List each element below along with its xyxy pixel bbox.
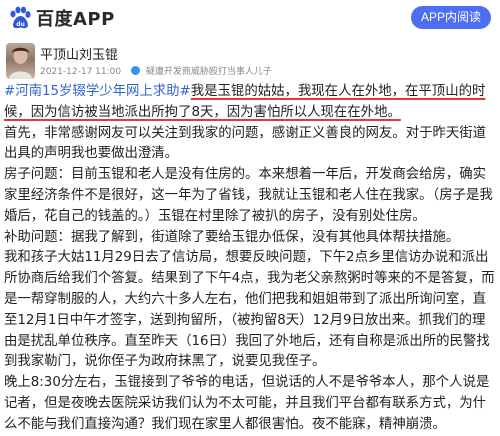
intro-text-underlined: 我是玉锟的姑姑，我现在人在外地，	[190, 84, 406, 99]
paragraph-intro: #河南15岁辍学少年网上求助#我是玉锟的姑姑，我现在人在外地，在平顶山的时候，因…	[4, 82, 496, 124]
author-meta: 2021-12-17 11:00 疑遭开发商威胁殴打当事人儿子	[40, 64, 272, 77]
paragraph-evening: 晚上8:30分左右，玉锟接到了爷爷的电话，但说话的人不是爷爷本人，那个人说是记者…	[4, 375, 490, 432]
topic-hashtag-link[interactable]: #河南15岁辍学少年网上求助#	[4, 84, 191, 99]
avatar-photo-icon	[9, 47, 32, 79]
paragraph-thanks: 首先，非常感谢网友可以关注到我家的问题，感谢正义善良的网友。对于昨天街道出具的声…	[4, 125, 487, 162]
open-in-app-button[interactable]: APP内阅读	[410, 6, 491, 29]
paragraph-housing: 房子问题：目前玉锟和老人是没有住房的。本来想着一年后，开发商会给房，确实家里经济…	[4, 167, 493, 224]
app-name: 百度APP	[36, 9, 115, 30]
author-info: 平顶山刘玉锟 2021-12-17 11:00 疑遭开发商威胁殴打当事人儿子	[0, 39, 500, 83]
paragraph-petition: 我和孩子大姑11月29日去了信访局，想要反映问题，下午2点乡里信访办说和派出所协…	[4, 250, 495, 370]
author-name[interactable]: 平顶山刘玉锟	[40, 44, 118, 63]
verification-text: 疑遭开发商威胁殴打当事人儿子	[145, 67, 272, 77]
post-date: 2021-12-17 11:00	[40, 67, 122, 77]
svg-text:du: du	[16, 21, 25, 28]
baidu-paw-logo-icon: du	[10, 6, 31, 29]
top-bar: du 百度APP APP内阅读	[0, 0, 500, 36]
article-body: #河南15岁辍学少年网上求助#我是玉锟的姑姑，我现在人在外地，在平顶山的时候，因…	[4, 82, 496, 436]
avatar[interactable]	[6, 43, 35, 79]
paragraph-subsidy: 补助问题：据我了解到，街道除了要给玉锟办低保，没有其他具体帮扶措施。	[4, 229, 460, 245]
verified-badge-icon	[130, 66, 140, 75]
